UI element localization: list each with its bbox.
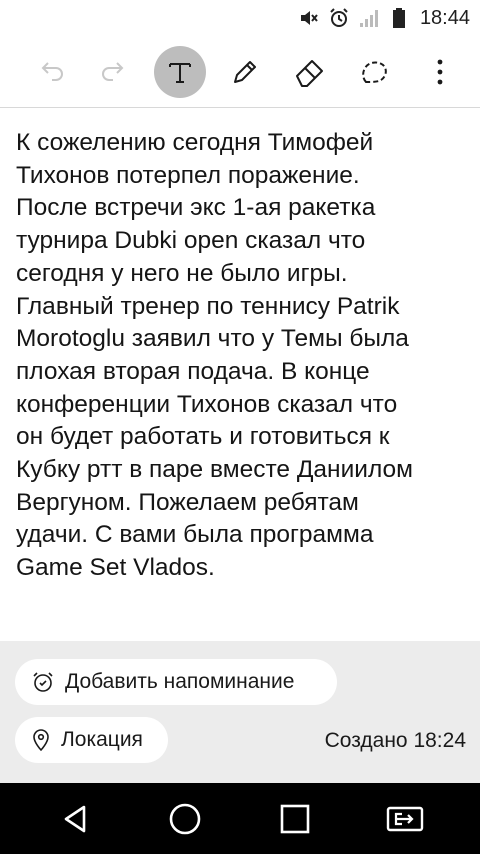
recents-button[interactable] xyxy=(265,789,325,849)
add-reminder-button[interactable]: Добавить напоминание xyxy=(15,659,337,705)
back-icon xyxy=(64,805,86,832)
editor-toolbar xyxy=(0,36,480,108)
note-text[interactable]: К сожелению сегодня Тимофей Тихонов поте… xyxy=(16,127,468,585)
home-button[interactable] xyxy=(155,789,215,849)
battery-icon xyxy=(388,7,410,29)
more-options-button[interactable] xyxy=(414,46,466,98)
undo-icon xyxy=(41,61,63,81)
status-bar: 18:44 xyxy=(0,0,480,36)
redo-button[interactable] xyxy=(89,46,141,98)
note-editor-screen: 18:44 К сожелению сегодня Тимофей Тихоно… xyxy=(0,0,480,854)
system-nav-bar xyxy=(0,783,480,854)
location-label: Локация xyxy=(61,728,143,751)
text-tool-icon xyxy=(169,62,191,83)
add-reminder-label: Добавить напоминание xyxy=(65,670,295,693)
pen-tool-button[interactable] xyxy=(219,46,271,98)
note-info-panel: Добавить напоминание Локация Создано 18:… xyxy=(0,641,480,783)
lasso-icon xyxy=(362,61,387,83)
screen-mirror-button[interactable] xyxy=(375,789,435,849)
home-icon xyxy=(169,803,201,834)
created-timestamp: Создано 18:24 xyxy=(324,729,466,752)
more-options-icon xyxy=(437,59,443,84)
lasso-tool-button[interactable] xyxy=(349,46,401,98)
pen-icon xyxy=(234,60,256,83)
location-button[interactable]: Локация xyxy=(15,717,168,763)
recents-icon xyxy=(280,804,310,833)
mute-icon xyxy=(298,7,320,29)
alarm-icon xyxy=(328,7,350,29)
undo-button[interactable] xyxy=(24,46,76,98)
alarm-clock-icon xyxy=(33,672,53,692)
signal-icon xyxy=(358,7,380,29)
eraser-icon xyxy=(296,59,323,87)
status-time: 18:44 xyxy=(419,6,470,29)
screen-mirror-icon xyxy=(386,806,424,831)
eraser-tool-button[interactable] xyxy=(284,46,336,98)
location-pin-icon xyxy=(33,729,49,752)
redo-icon xyxy=(102,61,124,81)
text-tool-button[interactable] xyxy=(154,45,206,98)
back-button[interactable] xyxy=(45,789,105,849)
